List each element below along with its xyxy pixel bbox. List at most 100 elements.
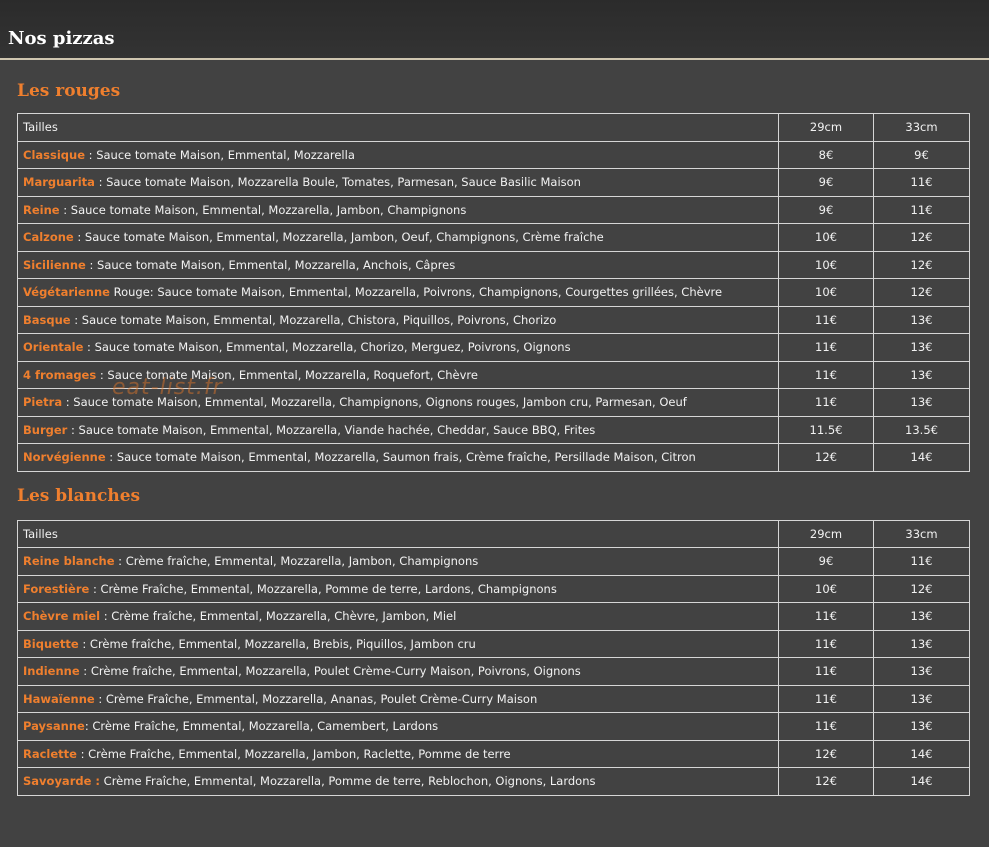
pizza-name: Chèvre miel [23, 609, 101, 624]
pizza-name: Savoyarde : [23, 774, 101, 789]
separator: : [67, 422, 79, 437]
price-29cm: 10€ [778, 223, 874, 252]
separator: : [85, 257, 98, 272]
price-33cm: 12€ [873, 223, 970, 252]
pizza-description-cell: Raclette : Crème Fraîche, Emmental, Mozz… [17, 739, 779, 768]
pizza-name: Classique [23, 147, 85, 162]
pizza-description-cell: Reine : Sauce tomate Maison, Emmental, M… [17, 195, 779, 224]
pizza-ingredients: Crème fraîche, Emmental, Mozzarella, Bre… [89, 636, 476, 651]
separator: : [105, 450, 117, 465]
pizza-description-cell: Sicilienne : Sauce tomate Maison, Emment… [17, 250, 779, 279]
pizza-description-cell: Savoyarde : Crème Fraîche, Emmental, Moz… [17, 767, 779, 796]
pizza-ingredients: Sauce tomate Maison, Mozzarella Boule, T… [106, 175, 581, 190]
separator: : [76, 746, 89, 761]
price-29cm: 10€ [778, 250, 874, 279]
price-33cm: 13€ [873, 388, 970, 417]
price-33cm: 13€ [873, 712, 970, 741]
price-29cm: 9€ [778, 195, 874, 224]
price-29cm: 11€ [778, 388, 874, 417]
table-row: Classique : Sauce tomate Maison, Emmenta… [17, 140, 970, 169]
separator: : [94, 175, 107, 190]
price-33cm: 9€ [873, 140, 970, 169]
price-29cm: 11€ [778, 305, 874, 334]
price-33cm: 12€ [873, 278, 970, 307]
table-row: Paysanne: Crème Fraîche, Emmental, Mozza… [17, 712, 970, 741]
pizza-ingredients: Sauce tomate Maison, Emmental, Mozzarell… [78, 422, 596, 437]
pizza-name: Biquette [23, 636, 79, 651]
pizza-name: Hawaïenne [23, 691, 95, 706]
pizza-name: Orientale [23, 340, 84, 355]
header-size-33: 33cm [873, 519, 970, 548]
pizza-description-cell: Basque : Sauce tomate Maison, Emmental, … [17, 305, 779, 334]
pizza-description-cell: Chèvre miel : Crème fraîche, Emmental, M… [17, 602, 779, 631]
separator: : [79, 664, 91, 679]
pizza-name: Burger [23, 422, 68, 437]
header-size-29: 29cm [778, 113, 874, 142]
table-row: Savoyarde : Crème Fraîche, Emmental, Moz… [17, 767, 970, 796]
table-row: Raclette : Crème Fraîche, Emmental, Mozz… [17, 739, 970, 768]
pizza-ingredients: Crème fraîche, Emmental, Mozzarella, Jam… [125, 554, 479, 569]
price-33cm: 14€ [873, 443, 970, 472]
price-33cm: 11€ [873, 547, 970, 576]
pizza-description-cell: Hawaïenne : Crème Fraîche, Emmental, Moz… [17, 684, 779, 713]
pizza-description-cell: Paysanne: Crème Fraîche, Emmental, Mozza… [17, 712, 779, 741]
pizza-description-cell: Orientale : Sauce tomate Maison, Emmenta… [17, 333, 779, 362]
table-row: Reine : Sauce tomate Maison, Emmental, M… [17, 195, 970, 224]
table-row: Norvégienne : Sauce tomate Maison, Emmen… [17, 443, 970, 472]
table-row: Chèvre miel : Crème fraîche, Emmental, M… [17, 602, 970, 631]
pizza-name: Norvégienne [23, 450, 106, 465]
table-row: Indienne : Crème fraîche, Emmental, Mozz… [17, 657, 970, 686]
pizza-name: Paysanne [23, 719, 85, 734]
price-33cm: 13€ [873, 360, 970, 389]
price-29cm: 11€ [778, 629, 874, 658]
separator: : [73, 230, 85, 245]
pizza-ingredients: Sauce tomate Maison, Emmental, Mozzarell… [73, 395, 687, 410]
table-header-row: Tailles 29cm 33cm [17, 519, 970, 548]
pizza-description-cell: Norvégienne : Sauce tomate Maison, Emmen… [17, 443, 779, 472]
separator: : [83, 340, 95, 355]
price-33cm: 13€ [873, 305, 970, 334]
pizza-name: Reine [23, 202, 60, 217]
price-33cm: 13€ [873, 333, 970, 362]
price-33cm: 13€ [873, 629, 970, 658]
pizza-description-cell: Forestière : Crème Fraîche, Emmental, Mo… [17, 574, 779, 603]
pizza-name: Indienne [23, 664, 80, 679]
table-row: Pietra : Sauce tomate Maison, Emmental, … [17, 388, 970, 417]
table-row: Calzone : Sauce tomate Maison, Emmental,… [17, 223, 970, 252]
separator: : [78, 636, 90, 651]
pizza-ingredients: Crème Fraîche, Emmental, Mozzarella, Pom… [100, 581, 557, 596]
pizza-name: Marguarita [23, 175, 95, 190]
price-29cm: 10€ [778, 574, 874, 603]
price-29cm: 11€ [778, 602, 874, 631]
pizza-ingredients: Sauce tomate Maison, Emmental, Mozzarell… [96, 147, 355, 162]
price-29cm: 11€ [778, 333, 874, 362]
separator: : [62, 395, 74, 410]
pizza-ingredients: Sauce tomate Maison, Emmental, Mozzarell… [70, 202, 467, 217]
menu-table-rouges: Tailles 29cm 33cm Classique : Sauce toma… [17, 113, 970, 472]
separator: : [70, 312, 82, 327]
header-size-29: 29cm [778, 519, 874, 548]
table-row: Hawaïenne : Crème Fraîche, Emmental, Moz… [17, 684, 970, 713]
pizza-ingredients: Crème fraîche, Emmental, Mozzarella, Pou… [90, 664, 581, 679]
header-tailles: Tailles [17, 519, 779, 548]
pizza-description-cell: Burger : Sauce tomate Maison, Emmental, … [17, 415, 779, 444]
table-row: Marguarita : Sauce tomate Maison, Mozzar… [17, 168, 970, 197]
pizza-name: Raclette [23, 746, 77, 761]
separator: : [59, 202, 71, 217]
separator: : [114, 554, 126, 569]
separator: : [100, 609, 112, 624]
pizza-name: Calzone [23, 230, 74, 245]
price-29cm: 11€ [778, 360, 874, 389]
price-29cm: 11€ [778, 684, 874, 713]
price-29cm: 11€ [778, 712, 874, 741]
pizza-name: Sicilienne [23, 257, 86, 272]
pizza-description-cell: Calzone : Sauce tomate Maison, Emmental,… [17, 223, 779, 252]
pizza-description-cell: Reine blanche : Crème fraîche, Emmental,… [17, 547, 779, 576]
pizza-description-cell: Pietra : Sauce tomate Maison, Emmental, … [17, 388, 779, 417]
price-33cm: 13€ [873, 684, 970, 713]
separator: : [85, 147, 97, 162]
separator: : [89, 581, 101, 596]
price-33cm: 13€ [873, 657, 970, 686]
pizza-ingredients: Sauce tomate Maison, Emmental, Mozzarell… [94, 340, 571, 355]
price-29cm: 11.5€ [778, 415, 874, 444]
